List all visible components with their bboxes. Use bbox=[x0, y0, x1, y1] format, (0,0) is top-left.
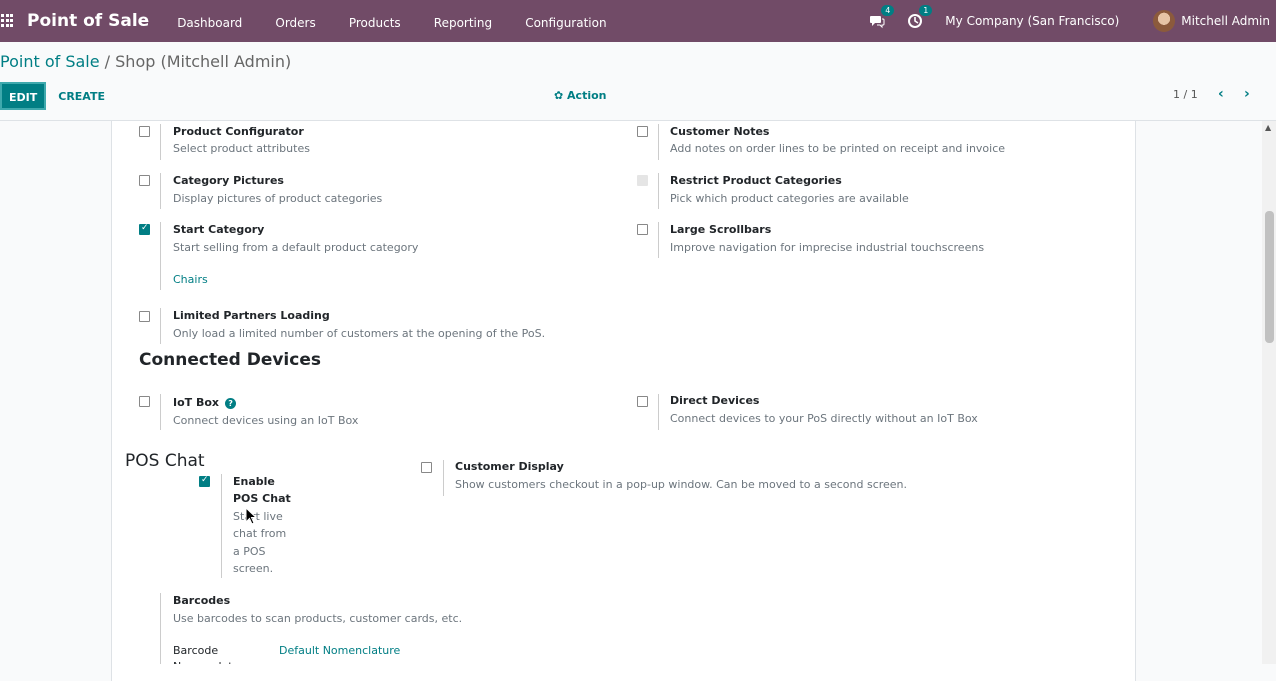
enable-pos-chat-desc-2: chat from bbox=[233, 527, 287, 540]
menu-orders[interactable]: Orders bbox=[275, 16, 315, 30]
customer-display-title: Customer Display bbox=[455, 460, 564, 473]
start-category-title: Start Category bbox=[173, 223, 265, 236]
pager-prev-icon[interactable]: ‹ bbox=[1218, 86, 1224, 102]
direct-devices-title: Direct Devices bbox=[670, 394, 760, 407]
large-scrollbars-desc: Improve navigation for imprecise industr… bbox=[670, 241, 985, 254]
large-scrollbars-title: Large Scrollbars bbox=[670, 223, 772, 236]
apps-menu-icon[interactable] bbox=[0, 14, 14, 28]
product-configurator-desc: Select product attributes bbox=[173, 142, 310, 155]
barcode-nomenclature-value-link[interactable]: Default Nomenclature bbox=[279, 644, 400, 657]
restrict-categories-desc: Pick which product categories are availa… bbox=[670, 192, 909, 205]
messages-badge: 4 bbox=[881, 5, 895, 16]
divider bbox=[160, 593, 161, 664]
iot-box-checkbox[interactable] bbox=[139, 396, 150, 407]
barcode-nomenclature-label-2: Nomenclature bbox=[173, 660, 251, 664]
divider bbox=[160, 394, 161, 430]
enable-pos-chat-title-line2: POS Chat bbox=[233, 492, 291, 505]
start-category-checkbox[interactable] bbox=[139, 223, 150, 235]
product-configurator-checkbox[interactable] bbox=[139, 126, 150, 137]
app-name[interactable]: Point of Sale bbox=[27, 11, 149, 31]
pager-value[interactable]: 1 / 1 bbox=[1173, 88, 1198, 101]
breadcrumb-separator: / bbox=[99, 52, 116, 71]
create-button[interactable]: CREATE bbox=[58, 90, 105, 103]
activities-button[interactable]: 1 bbox=[907, 5, 933, 29]
enable-pos-chat-desc-3: a POS bbox=[233, 545, 266, 558]
iot-box-label: IoT Box bbox=[173, 396, 220, 409]
messages-button[interactable]: 4 bbox=[869, 5, 895, 29]
divider bbox=[658, 173, 659, 209]
customer-notes-checkbox[interactable] bbox=[637, 126, 648, 137]
breadcrumb-current: Shop (Mitchell Admin) bbox=[115, 52, 292, 71]
customer-display-checkbox[interactable] bbox=[421, 462, 432, 473]
barcodes-desc: Use barcodes to scan products, customer … bbox=[173, 612, 463, 625]
restrict-categories-checkbox[interactable] bbox=[637, 175, 648, 186]
direct-devices-checkbox[interactable] bbox=[637, 396, 648, 407]
product-configurator-title: Product Configurator bbox=[173, 125, 304, 138]
customer-display-desc: Show customers checkout in a pop-up wind… bbox=[455, 478, 908, 491]
start-category-desc: Start selling from a default product cat… bbox=[173, 241, 419, 254]
barcode-nomenclature-label: Barcode bbox=[173, 644, 219, 657]
scrollbar[interactable]: ▲ bbox=[1262, 121, 1276, 664]
divider bbox=[160, 124, 161, 160]
edit-button[interactable]: EDIT bbox=[0, 82, 47, 110]
barcodes-title: Barcodes bbox=[173, 594, 231, 607]
clock-icon bbox=[908, 14, 923, 28]
connected-devices-heading: Connected Devices bbox=[139, 350, 321, 370]
divider bbox=[658, 394, 659, 430]
gear-icon: ✿ bbox=[554, 89, 568, 102]
divider bbox=[160, 308, 161, 344]
customer-notes-title: Customer Notes bbox=[670, 125, 770, 138]
help-icon[interactable]: ? bbox=[225, 398, 237, 409]
scrollbar-thumb[interactable] bbox=[1265, 211, 1274, 343]
breadcrumb-parent[interactable]: Point of Sale bbox=[0, 52, 100, 71]
enable-pos-chat-desc-4: screen. bbox=[233, 562, 274, 575]
limited-partners-desc: Only load a limited number of customers … bbox=[173, 327, 546, 340]
divider bbox=[658, 222, 659, 258]
restrict-categories-title: Restrict Product Categories bbox=[670, 174, 842, 187]
enable-pos-chat-title-line1: Enable bbox=[233, 475, 275, 488]
main-menu: Dashboard Orders Products Reporting Conf… bbox=[177, 12, 634, 31]
company-switcher[interactable]: My Company (San Francisco) bbox=[945, 14, 1119, 28]
action-label: Action bbox=[567, 89, 607, 102]
menu-configuration[interactable]: Configuration bbox=[525, 16, 606, 30]
direct-devices-desc: Connect devices to your PoS directly wit… bbox=[670, 412, 978, 425]
divider bbox=[160, 222, 161, 290]
user-menu[interactable]: Mitchell Admin bbox=[1181, 14, 1270, 28]
limited-partners-checkbox[interactable] bbox=[139, 311, 150, 322]
mouse-cursor-icon bbox=[245, 507, 257, 525]
settings-sheet bbox=[111, 121, 1136, 681]
control-panel-buttons: EDIT CREATE bbox=[0, 82, 105, 110]
top-navbar: Point of Sale Dashboard Orders Products … bbox=[0, 0, 1276, 42]
breadcrumb: Point of Sale / Shop (Mitchell Admin) bbox=[0, 52, 291, 71]
scroll-up-icon[interactable]: ▲ bbox=[1265, 123, 1271, 132]
avatar[interactable] bbox=[1153, 10, 1176, 32]
enable-pos-chat-checkbox[interactable] bbox=[199, 475, 210, 487]
iot-box-title: IoT Box? bbox=[173, 396, 237, 409]
systray: 4 1 My Company (San Francisco) Mitchell … bbox=[869, 0, 1276, 42]
menu-products[interactable]: Products bbox=[349, 16, 401, 30]
menu-reporting[interactable]: Reporting bbox=[434, 16, 492, 30]
limited-partners-title: Limited Partners Loading bbox=[173, 309, 330, 322]
large-scrollbars-checkbox[interactable] bbox=[637, 224, 648, 235]
category-pictures-title: Category Pictures bbox=[173, 174, 284, 187]
menu-dashboard[interactable]: Dashboard bbox=[177, 16, 242, 30]
category-pictures-checkbox[interactable] bbox=[139, 175, 150, 186]
chat-icon bbox=[870, 16, 885, 29]
iot-box-desc: Connect devices using an IoT Box bbox=[173, 414, 359, 427]
customer-notes-desc: Add notes on order lines to be printed o… bbox=[670, 142, 1006, 155]
pager-next-icon[interactable]: › bbox=[1244, 86, 1250, 102]
action-menu[interactable]: ✿ Action bbox=[554, 89, 607, 102]
activities-badge: 1 bbox=[919, 5, 933, 16]
pos-chat-heading: POS Chat bbox=[125, 451, 205, 471]
divider bbox=[221, 474, 222, 578]
category-pictures-desc: Display pictures of product categories bbox=[173, 192, 383, 205]
divider bbox=[443, 460, 444, 496]
enable-pos-chat-desc-1: Start live bbox=[233, 510, 283, 523]
start-category-value-link[interactable]: Chairs bbox=[173, 273, 208, 286]
divider bbox=[658, 124, 659, 160]
divider bbox=[160, 173, 161, 209]
